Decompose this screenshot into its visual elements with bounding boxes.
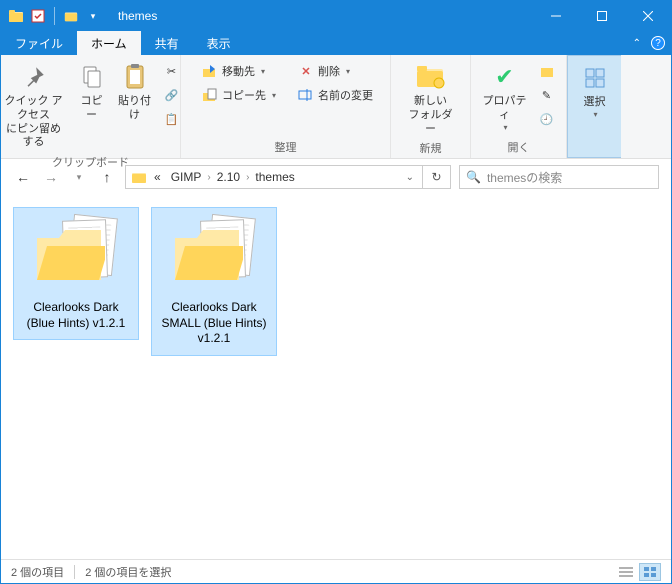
address-dropdown[interactable]: ⌄ — [402, 172, 418, 183]
tab-view[interactable]: 表示 — [193, 31, 245, 55]
path-icon: 🔗 — [164, 87, 180, 103]
breadcrumb-gimp[interactable]: GIMP — [167, 170, 206, 184]
tab-share[interactable]: 共有 — [141, 31, 193, 55]
properties-button[interactable]: ✔ プロパティ ▾ — [477, 59, 533, 135]
search-placeholder: themesの検索 — [487, 169, 562, 186]
pin-label: クイック アクセス にピン留めする — [2, 95, 66, 150]
pin-quickaccess-button[interactable]: クイック アクセス にピン留めする — [0, 59, 72, 152]
qat-save-icon[interactable] — [29, 7, 47, 25]
properties-label: プロパティ — [483, 95, 527, 123]
chevron-down-icon: ▾ — [593, 110, 597, 120]
recent-dropdown[interactable]: ▾ — [69, 167, 89, 187]
search-input[interactable]: 🔍 themesの検索 — [459, 165, 659, 189]
status-selected: 2 個の項目を選択 — [85, 564, 171, 580]
folder-thumbnail — [169, 216, 259, 296]
item-name: Clearlooks Dark (Blue Hints) v1.2.1 — [18, 300, 134, 331]
breadcrumb-themes[interactable]: themes — [251, 170, 298, 184]
breadcrumb-prefix[interactable]: « — [150, 170, 165, 184]
file-tab[interactable]: ファイル — [1, 31, 77, 55]
select-label: 選択 — [584, 96, 606, 110]
window-title: themes — [108, 9, 533, 23]
chevron-right-icon[interactable]: › — [207, 172, 210, 183]
status-count: 2 個の項目 — [11, 564, 64, 580]
open-icon — [539, 63, 555, 79]
copy-icon — [76, 61, 108, 93]
maximize-button[interactable] — [579, 1, 625, 31]
help-icon[interactable]: ? — [651, 36, 665, 50]
folder-thumbnail — [31, 216, 121, 296]
copy-label: コピー — [78, 95, 106, 123]
copyto-button[interactable]: コピー先 ▾ — [200, 83, 278, 107]
history-icon: 🕘 — [539, 111, 555, 127]
organize-group-label: 整理 — [275, 137, 297, 158]
scissors-icon: ✂ — [164, 63, 180, 79]
open-button[interactable] — [537, 59, 557, 83]
select-icon — [579, 62, 611, 94]
item-name: Clearlooks Dark SMALL (Blue Hints) v1.2.… — [156, 300, 272, 347]
rename-button[interactable]: 名前の変更 — [296, 83, 375, 107]
chevron-down-icon: ▾ — [272, 91, 276, 100]
history-button[interactable]: 🕘 — [537, 107, 557, 131]
search-icon: 🔍 — [466, 170, 481, 184]
check-icon: ✔ — [489, 61, 521, 93]
chevron-right-icon[interactable]: › — [246, 172, 249, 183]
pin-icon — [18, 61, 50, 93]
qat-dropdown[interactable]: ▾ — [84, 7, 102, 25]
cut-button[interactable]: ✂ — [162, 59, 182, 83]
chevron-down-icon: ▾ — [346, 67, 350, 76]
rename-label: 名前の変更 — [318, 87, 373, 103]
edit-icon: ✎ — [539, 87, 555, 103]
file-list[interactable]: Clearlooks Dark (Blue Hints) v1.2.1 Clea… — [1, 195, 671, 559]
folder-icon-small[interactable] — [62, 7, 80, 25]
copyto-icon — [202, 87, 218, 103]
folder-icon — [7, 7, 25, 25]
separator — [74, 565, 75, 579]
newfolder-button[interactable]: 新しい フォルダー — [399, 59, 463, 138]
details-view-button[interactable] — [615, 563, 637, 581]
rename-icon — [298, 87, 314, 103]
paste-button[interactable]: 貼り付け — [112, 59, 158, 125]
delete-label: 削除 — [318, 63, 340, 79]
address-bar[interactable]: « GIMP › 2.10 › themes ⌄ — [125, 165, 423, 189]
select-button[interactable]: 選択 ▾ — [570, 60, 620, 122]
chevron-down-icon: ▾ — [503, 123, 507, 133]
minimize-button[interactable] — [533, 1, 579, 31]
paste-label: 貼り付け — [118, 95, 152, 123]
copyto-label: コピー先 — [222, 87, 266, 103]
paste-icon — [119, 61, 151, 93]
newfolder-label: 新しい フォルダー — [405, 95, 457, 136]
moveto-button[interactable]: 移動先 ▾ — [200, 59, 278, 83]
copy-button[interactable]: コピー — [72, 59, 112, 125]
delete-button[interactable]: ✕ 削除 ▾ — [296, 59, 375, 83]
close-button[interactable] — [625, 1, 671, 31]
back-button[interactable]: ← — [13, 167, 33, 187]
forward-button[interactable]: → — [41, 167, 61, 187]
folder-item[interactable]: Clearlooks Dark SMALL (Blue Hints) v1.2.… — [151, 207, 277, 356]
refresh-button[interactable]: ↻ — [423, 165, 451, 189]
pasteshortcut-button[interactable]: 📋 — [162, 107, 182, 131]
moveto-label: 移動先 — [222, 63, 255, 79]
separator — [54, 7, 55, 25]
icons-view-button[interactable] — [639, 563, 661, 581]
folder-icon — [130, 168, 148, 186]
tab-home[interactable]: ホーム — [77, 31, 141, 55]
copypath-button[interactable]: 🔗 — [162, 83, 182, 107]
new-group-label: 新規 — [420, 138, 442, 159]
ribbon-collapse-icon[interactable]: ⌃ — [631, 36, 643, 51]
edit-button[interactable]: ✎ — [537, 83, 557, 107]
shortcut-icon: 📋 — [164, 111, 180, 127]
chevron-down-icon: ▾ — [261, 67, 265, 76]
delete-icon: ✕ — [298, 63, 314, 79]
breadcrumb-210[interactable]: 2.10 — [213, 170, 244, 184]
moveto-icon — [202, 63, 218, 79]
folder-item[interactable]: Clearlooks Dark (Blue Hints) v1.2.1 — [13, 207, 139, 340]
up-button[interactable]: ↑ — [97, 167, 117, 187]
open-group-label: 開く — [508, 137, 530, 158]
newfolder-icon — [415, 61, 447, 93]
